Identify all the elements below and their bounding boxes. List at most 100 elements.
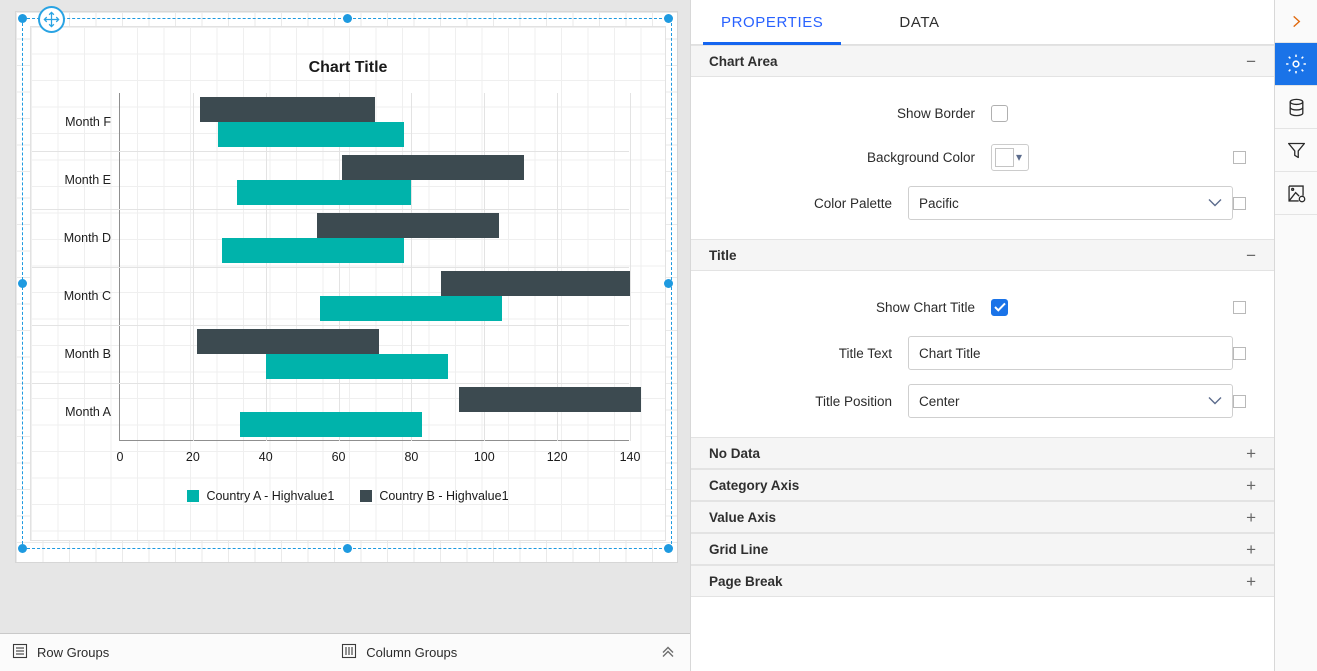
value-axis-tick-label: 140 xyxy=(620,450,641,464)
selection-handle-top-right[interactable] xyxy=(664,14,673,23)
category-separator xyxy=(32,383,629,384)
category-axis-label: Month B xyxy=(64,347,111,361)
selection-handle-bottom-left[interactable] xyxy=(18,544,27,553)
color-picker-background[interactable]: ▾ xyxy=(991,144,1029,171)
row-groups-button[interactable]: Row Groups xyxy=(12,643,109,662)
category-axis-label: Month A xyxy=(65,405,111,419)
chart-widget[interactable]: Chart Title Month FMonth EMonth DMonth C… xyxy=(30,26,666,541)
chart-legend: Country A - Highvalue1 Country B - Highva… xyxy=(31,489,665,503)
column-groups-label: Column Groups xyxy=(366,645,457,660)
gear-icon[interactable] xyxy=(1275,43,1317,86)
chart-bar[interactable] xyxy=(218,122,404,147)
groups-bar: Row Groups Column Groups xyxy=(0,633,690,671)
prop-row-color-palette: Color Palette Pacific xyxy=(691,179,1274,227)
selection-handle-mid-right[interactable] xyxy=(664,279,673,288)
section-title-chart-area: Chart Area xyxy=(709,54,778,69)
chart-bar[interactable] xyxy=(240,412,422,437)
legend-item[interactable]: Country A - Highvalue1 xyxy=(187,489,334,503)
color-swatch-background xyxy=(995,148,1014,167)
section-header-no-data[interactable]: No Data + xyxy=(691,437,1274,469)
category-separator xyxy=(32,267,629,268)
section-header-chart-area[interactable]: Chart Area − xyxy=(691,45,1274,77)
checkbox-show-border[interactable] xyxy=(991,105,1008,122)
select-title-position[interactable]: Center xyxy=(908,384,1233,418)
select-color-palette[interactable]: Pacific xyxy=(908,186,1233,220)
column-groups-button[interactable]: Column Groups xyxy=(341,643,457,662)
selection-handle-top-left[interactable] xyxy=(18,14,27,23)
row-groups-label: Row Groups xyxy=(37,645,109,660)
selection-handle-top-center[interactable] xyxy=(343,14,352,23)
chart-bar[interactable] xyxy=(266,354,448,379)
legend-label: Country A - Highvalue1 xyxy=(206,489,334,503)
tool-rail xyxy=(1274,0,1317,671)
category-separator xyxy=(32,151,629,152)
expression-toggle-color-palette[interactable] xyxy=(1233,197,1246,210)
section-body-title: Show Chart Title Title Text Chart Title xyxy=(691,271,1274,437)
chart-bar[interactable] xyxy=(441,271,630,296)
tab-properties[interactable]: PROPERTIES xyxy=(703,0,841,44)
expand-toggle-no-data[interactable]: + xyxy=(1246,445,1256,462)
label-color-palette: Color Palette xyxy=(691,196,908,211)
expression-toggle-background-color[interactable] xyxy=(1233,151,1246,164)
selection-handle-bottom-center[interactable] xyxy=(343,544,352,553)
tab-data[interactable]: DATA xyxy=(881,0,957,44)
chart-bar[interactable] xyxy=(197,329,379,354)
section-header-grid-line[interactable]: Grid Line + xyxy=(691,533,1274,565)
rail-filler xyxy=(1275,215,1317,671)
database-icon[interactable] xyxy=(1275,86,1317,129)
chart-bar[interactable] xyxy=(222,238,404,263)
expand-toggle-page-break[interactable]: + xyxy=(1246,573,1256,590)
expression-toggle-title-text[interactable] xyxy=(1233,347,1246,360)
chevron-double-up-icon[interactable] xyxy=(660,643,676,662)
selection-handle-mid-left[interactable] xyxy=(18,279,27,288)
expression-toggle-title-position[interactable] xyxy=(1233,395,1246,408)
category-axis-label: Month E xyxy=(64,173,111,187)
chevron-down-icon: ▾ xyxy=(1016,150,1022,164)
section-title-value-axis: Value Axis xyxy=(709,510,776,525)
value-axis-tick-label: 120 xyxy=(547,450,568,464)
section-title-category-axis: Category Axis xyxy=(709,478,799,493)
column-groups-icon xyxy=(341,643,357,662)
label-background-color: Background Color xyxy=(691,150,991,165)
legend-swatch xyxy=(187,490,199,502)
report-designer-pane: Chart Title Month FMonth EMonth DMonth C… xyxy=(0,0,690,671)
category-separator xyxy=(32,209,629,210)
row-groups-icon xyxy=(12,643,28,662)
prop-row-show-chart-title: Show Chart Title xyxy=(691,285,1274,329)
filter-icon[interactable] xyxy=(1275,129,1317,172)
section-header-page-break[interactable]: Page Break + xyxy=(691,565,1274,597)
select-value-color-palette: Pacific xyxy=(919,196,959,211)
collapse-toggle-chart-area[interactable]: − xyxy=(1246,53,1256,70)
collapse-toggle-title[interactable]: − xyxy=(1246,247,1256,264)
chart-bar[interactable] xyxy=(459,387,641,412)
selection-handle-bottom-right[interactable] xyxy=(664,544,673,553)
chevron-right-icon[interactable] xyxy=(1275,0,1317,43)
prop-row-title-text: Title Text Chart Title xyxy=(691,329,1274,377)
chart-bar[interactable] xyxy=(237,180,412,205)
value-axis-tick-label: 40 xyxy=(259,450,273,464)
expand-toggle-grid-line[interactable]: + xyxy=(1246,541,1256,558)
legend-swatch xyxy=(360,490,372,502)
move-handle-icon[interactable] xyxy=(38,6,65,33)
chart-bar[interactable] xyxy=(320,296,502,321)
select-value-title-position: Center xyxy=(919,394,960,409)
design-canvas[interactable]: Chart Title Month FMonth EMonth DMonth C… xyxy=(0,0,690,633)
chart-bar[interactable] xyxy=(317,213,499,238)
input-title-text[interactable]: Chart Title xyxy=(908,336,1233,370)
section-header-category-axis[interactable]: Category Axis + xyxy=(691,469,1274,501)
chart-plot-area: Month FMonth EMonth DMonth CMonth BMonth… xyxy=(119,93,629,441)
section-header-value-axis[interactable]: Value Axis + xyxy=(691,501,1274,533)
label-title-position: Title Position xyxy=(691,394,908,409)
section-header-title[interactable]: Title − xyxy=(691,239,1274,271)
value-axis-tick-label: 0 xyxy=(117,450,124,464)
value-axis-tick-label: 20 xyxy=(186,450,200,464)
expand-toggle-value-axis[interactable]: + xyxy=(1246,509,1256,526)
checkbox-show-chart-title[interactable] xyxy=(991,299,1008,316)
legend-item[interactable]: Country B - Highvalue1 xyxy=(360,489,508,503)
chart-bar[interactable] xyxy=(200,97,375,122)
properties-panel: PROPERTIES DATA Chart Area − Show Border… xyxy=(690,0,1274,671)
image-settings-icon[interactable] xyxy=(1275,172,1317,215)
expand-toggle-category-axis[interactable]: + xyxy=(1246,477,1256,494)
chart-bar[interactable] xyxy=(342,155,524,180)
expression-toggle-show-chart-title[interactable] xyxy=(1233,301,1246,314)
